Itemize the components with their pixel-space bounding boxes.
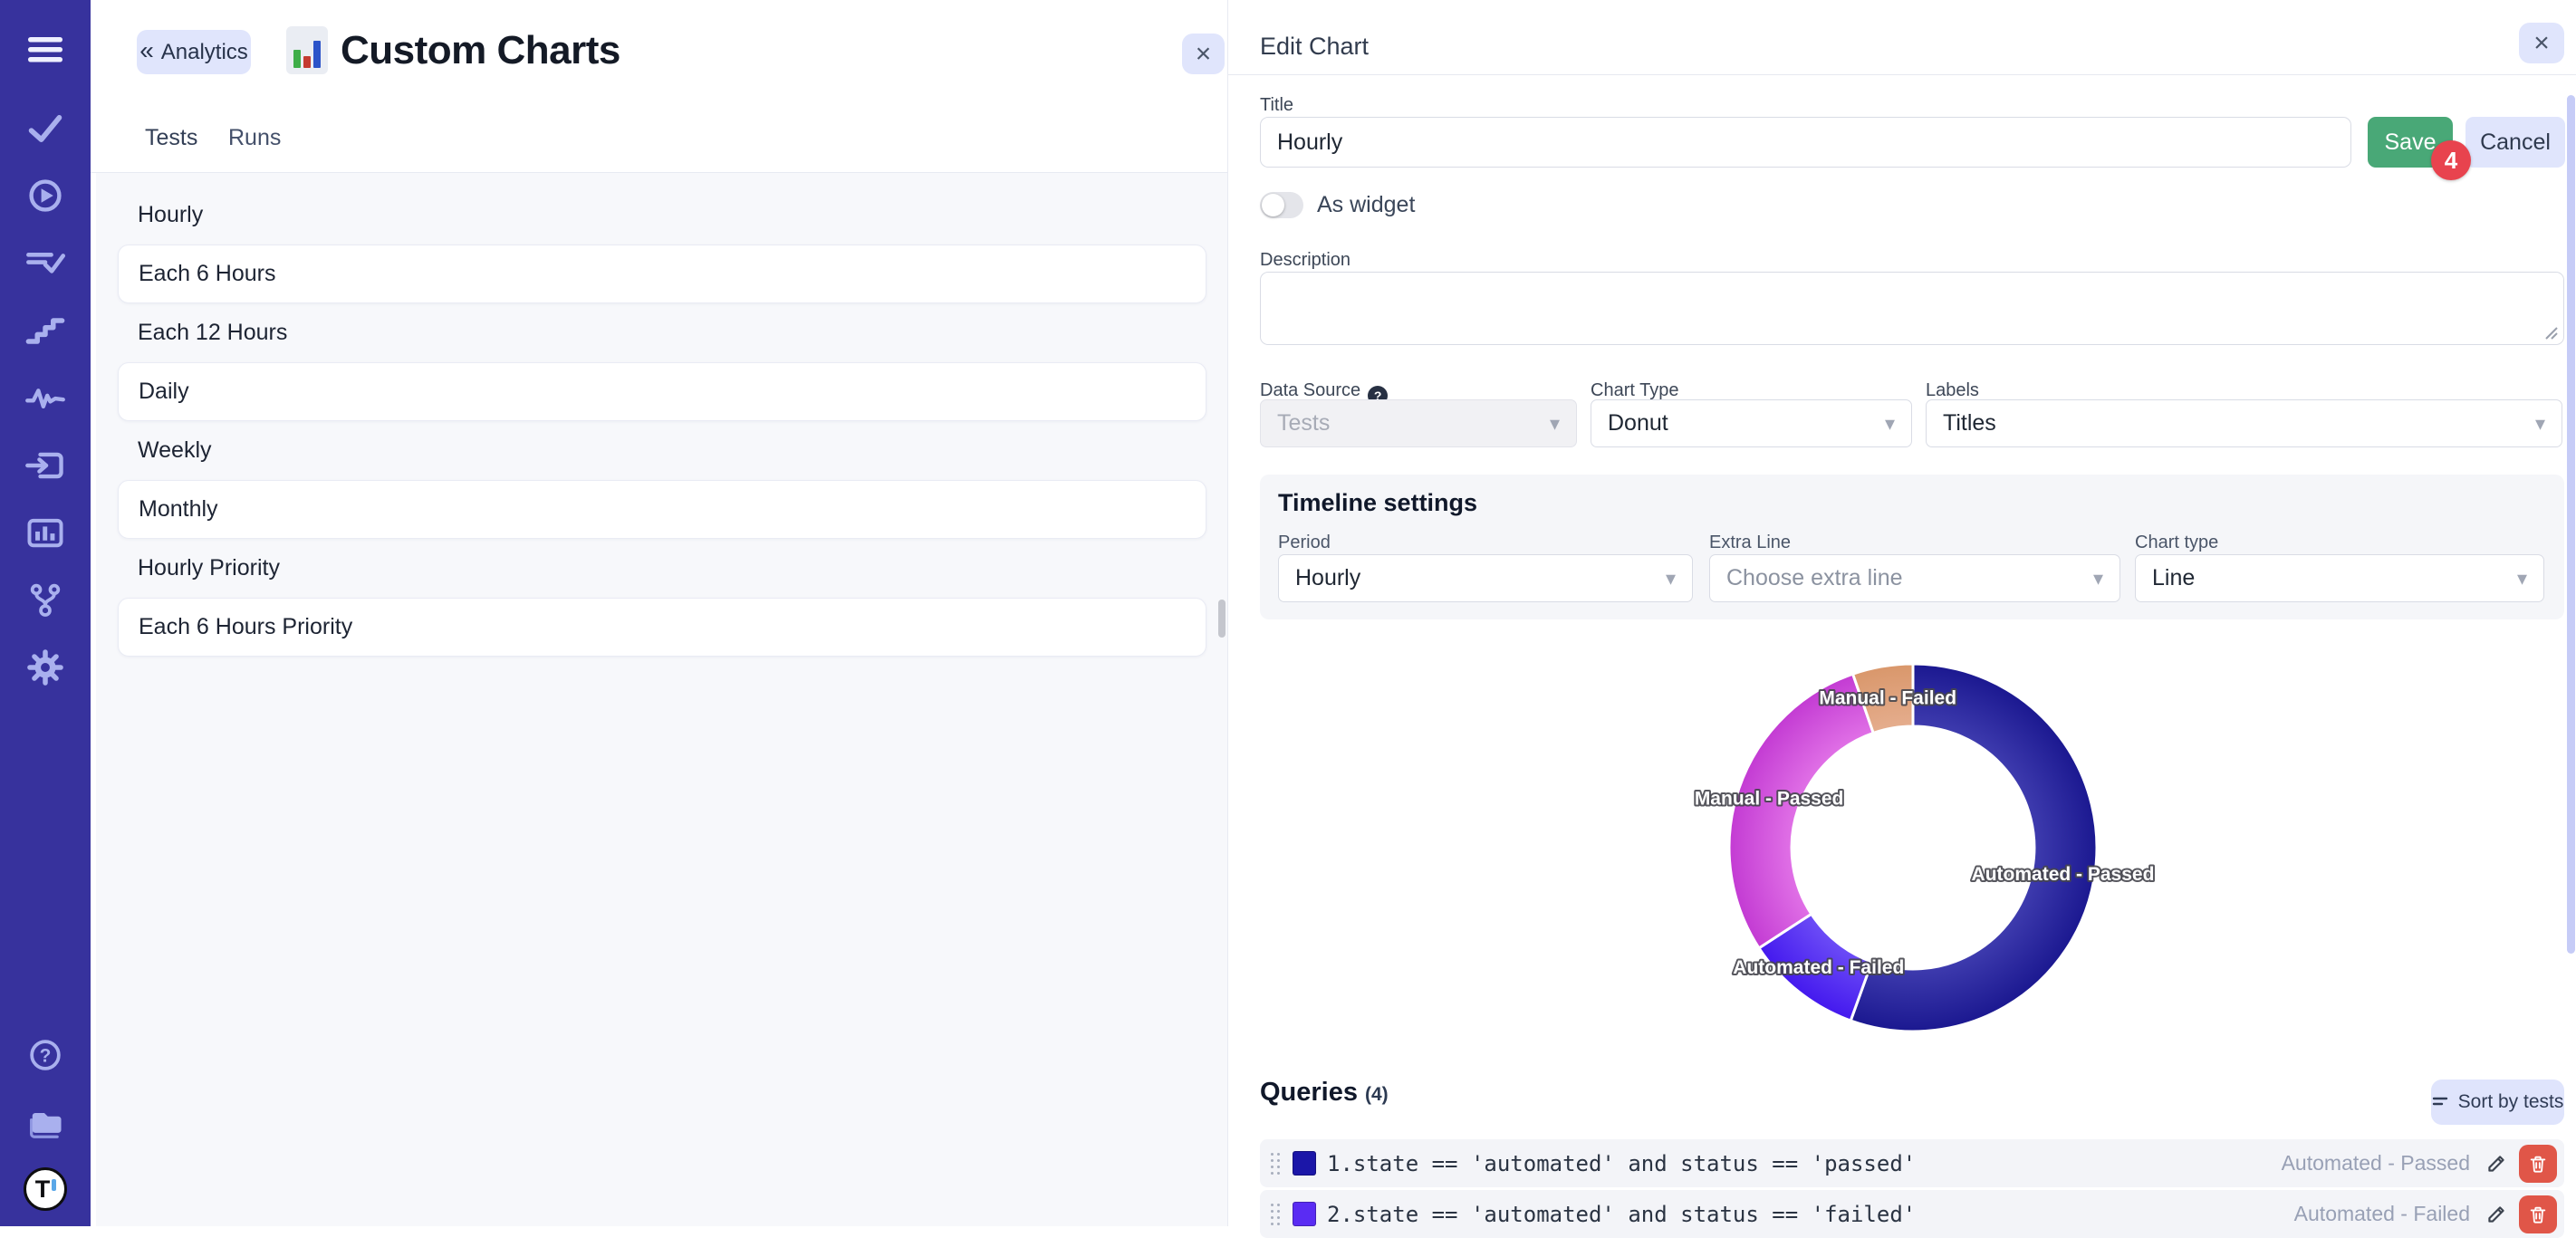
query-color-swatch bbox=[1293, 1202, 1316, 1226]
chart-list-item[interactable]: Weekly bbox=[118, 421, 1206, 480]
labels-label: Labels bbox=[1926, 380, 1979, 401]
as-widget-label: As widget bbox=[1317, 192, 1415, 218]
timeline-chart-type-select[interactable]: Line ▾ bbox=[2135, 554, 2544, 602]
query-label: Automated - Failed bbox=[2294, 1202, 2470, 1226]
description-textarea[interactable] bbox=[1260, 272, 2564, 345]
back-button-label: Analytics bbox=[161, 40, 248, 65]
donut-slice-label: Manual - Failed bbox=[1819, 687, 1956, 708]
donut-slice-label: Manual - Passed bbox=[1695, 789, 1844, 810]
help-circle-icon[interactable]: ? bbox=[0, 1033, 91, 1077]
test-plans-list-check-icon[interactable] bbox=[0, 240, 91, 283]
timeline-chart-type-label: Chart type bbox=[2135, 533, 2218, 553]
branches-icon[interactable] bbox=[0, 578, 91, 621]
close-panel-button[interactable]: × bbox=[1182, 34, 1225, 74]
logo-letter: T bbox=[35, 1176, 51, 1204]
cancel-button[interactable]: Cancel bbox=[2465, 117, 2565, 168]
toggle-knob bbox=[1262, 194, 1284, 216]
left-scrollbar-thumb[interactable] bbox=[1218, 600, 1226, 638]
sort-icon bbox=[2432, 1096, 2450, 1109]
logo-tick bbox=[52, 1179, 56, 1191]
drag-handle-icon[interactable] bbox=[1271, 1204, 1280, 1225]
data-source-select: Tests ▾ bbox=[1260, 399, 1577, 447]
queries-count: (4) bbox=[1365, 1084, 1389, 1105]
query-color-swatch bbox=[1293, 1151, 1316, 1176]
query-code: 1.state == 'automated' and status == 'pa… bbox=[1327, 1151, 2282, 1176]
queries-heading: Queries(4) bbox=[1260, 1078, 1389, 1108]
timeline-settings-panel: Timeline settings Period Extra Line Char… bbox=[1260, 475, 2564, 619]
chart-list-item[interactable]: Each 12 Hours bbox=[118, 303, 1206, 362]
donut-slice-label: Automated - Failed bbox=[1733, 957, 1904, 978]
chevron-down-icon: ▾ bbox=[1666, 567, 1676, 590]
chart-type-label: Chart Type bbox=[1591, 380, 1678, 401]
chart-list-item[interactable]: Each 6 Hours bbox=[118, 245, 1206, 303]
runs-play-icon[interactable] bbox=[0, 174, 91, 217]
settings-gear-icon[interactable] bbox=[0, 646, 91, 689]
period-label: Period bbox=[1278, 533, 1331, 553]
extra-line-label: Extra Line bbox=[1709, 533, 1791, 553]
tab-runs[interactable]: Runs bbox=[228, 125, 281, 151]
chevron-down-icon: ▾ bbox=[2093, 567, 2103, 590]
edit-query-icon[interactable] bbox=[2485, 1152, 2508, 1176]
bar-chart-emoji-icon bbox=[286, 26, 328, 74]
delete-query-button[interactable] bbox=[2519, 1195, 2557, 1233]
app-logo[interactable]: T bbox=[0, 1167, 91, 1211]
edit-chart-panel: Edit Chart × Title Save Cancel 4 As widg… bbox=[1227, 0, 2576, 1226]
back-to-analytics-button[interactable]: « Analytics bbox=[137, 30, 251, 74]
donut-slice-label: Automated - Passed bbox=[1972, 864, 2155, 885]
chevron-down-icon: ▾ bbox=[2535, 412, 2545, 436]
close-edit-button[interactable]: × bbox=[2519, 23, 2564, 63]
header-divider bbox=[1228, 74, 2576, 75]
labels-select[interactable]: Titles ▾ bbox=[1926, 399, 2562, 447]
delete-query-button[interactable] bbox=[2519, 1145, 2557, 1183]
drag-handle-icon[interactable] bbox=[1271, 1153, 1280, 1175]
menu-icon[interactable] bbox=[0, 28, 91, 72]
query-row: 2.state == 'automated' and status == 'fa… bbox=[1260, 1190, 2564, 1238]
donut-slice[interactable] bbox=[1729, 674, 1873, 948]
pulse-activity-icon[interactable] bbox=[0, 376, 91, 419]
right-scrollbar-thumb[interactable] bbox=[2567, 95, 2575, 954]
svg-text:?: ? bbox=[40, 1046, 52, 1067]
chart-list-item[interactable]: Monthly bbox=[118, 480, 1206, 539]
chart-list-item[interactable]: Hourly bbox=[118, 186, 1206, 245]
title-label: Title bbox=[1260, 95, 1293, 116]
chart-type-select[interactable]: Donut ▾ bbox=[1591, 399, 1912, 447]
query-label: Automated - Passed bbox=[2282, 1151, 2470, 1176]
donut-chart: Automated - Passed Automated - Failed Manu… bbox=[1677, 643, 2220, 1069]
as-widget-toggle[interactable] bbox=[1260, 192, 1303, 218]
chevron-down-icon: ▾ bbox=[2517, 567, 2527, 590]
chevron-double-left-icon: « bbox=[139, 38, 154, 63]
query-code: 2.state == 'automated' and status == 'fa… bbox=[1327, 1202, 2294, 1227]
chart-list-item[interactable]: Hourly Priority bbox=[118, 539, 1206, 598]
edit-query-icon[interactable] bbox=[2485, 1203, 2508, 1226]
projects-folder-icon[interactable] bbox=[0, 1102, 91, 1146]
tests-check-icon[interactable] bbox=[0, 107, 91, 150]
extra-line-select[interactable]: Choose extra line ▾ bbox=[1709, 554, 2120, 602]
period-select[interactable]: Hourly ▾ bbox=[1278, 554, 1693, 602]
query-row: 1.state == 'automated' and status == 'pa… bbox=[1260, 1139, 2564, 1187]
chart-list-item[interactable]: Each 6 Hours Priority bbox=[118, 598, 1206, 657]
sort-by-tests-button[interactable]: Sort by tests bbox=[2431, 1080, 2564, 1125]
description-label: Description bbox=[1260, 250, 1350, 271]
custom-charts-panel: « Analytics Custom Charts × Tests Runs H… bbox=[91, 0, 1227, 1226]
analytics-bar-chart-icon[interactable] bbox=[0, 511, 91, 554]
chevron-down-icon: ▾ bbox=[1550, 412, 1560, 436]
tabs-divider bbox=[91, 172, 1227, 173]
milestones-stairs-icon[interactable] bbox=[0, 309, 91, 352]
title-input[interactable] bbox=[1260, 117, 2351, 168]
page-title: Custom Charts bbox=[341, 27, 620, 74]
queries-count-badge: 4 bbox=[2431, 140, 2471, 180]
tab-tests[interactable]: Tests bbox=[145, 125, 197, 151]
edit-chart-title: Edit Chart bbox=[1260, 33, 1369, 61]
chart-list-item[interactable]: Daily bbox=[118, 362, 1206, 421]
imports-sign-in-icon[interactable] bbox=[0, 444, 91, 487]
timeline-settings-heading: Timeline settings bbox=[1278, 489, 1477, 517]
app-sidebar: ? T bbox=[0, 0, 91, 1226]
chevron-down-icon: ▾ bbox=[1885, 412, 1895, 436]
